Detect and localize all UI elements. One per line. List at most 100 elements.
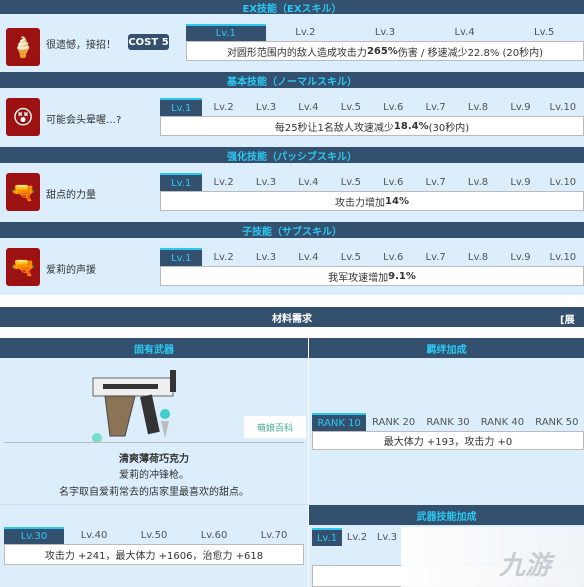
tab-lv9[interactable]: Lv.9 [499,98,541,116]
tab-lv30[interactable]: Lv.30 [4,527,64,544]
divider [0,504,308,505]
tab-lv3[interactable]: Lv.3 [245,173,287,191]
tab-lv4[interactable]: Lv.4 [287,248,329,266]
normal-skill-header: 基本技能（ノーマルスキル） [0,72,584,88]
tab-lv9[interactable]: Lv.9 [499,173,541,191]
passive-skill-row: 🔫 甜点的力量 Lv.1 Lv.2 Lv.3 Lv.4 Lv.5 Lv.6 Lv.7 Lv.8… [0,163,584,222]
tab-lv4[interactable]: Lv.4 [287,173,329,191]
tab-lv3[interactable]: Lv.3 [245,248,287,266]
tab-lv3[interactable]: Lv.3 [372,528,402,546]
skill-name: 甜点的力量 [46,190,96,201]
tab-lv5[interactable]: Lv.5 [504,24,584,41]
tab-lv3[interactable]: Lv.3 [245,98,287,116]
normal-skill-row: 😵 可能会头晕喔…? Lv.1 Lv.2 Lv.3 Lv.4 Lv.5 Lv.6 Lv.7 L… [0,88,584,147]
tab-lv5[interactable]: Lv.5 [330,98,372,116]
ex-skill-header: EX技能（EXスキル） [0,0,584,15]
weapon-line2: 名字取自爱莉常去的店家里最喜欢的甜点。 [59,487,249,498]
watermark-overlay [401,527,584,587]
tab-lv2[interactable]: Lv.2 [266,24,346,41]
tab-lv1[interactable]: Lv.1 [160,248,203,266]
tab-rank20[interactable]: RANK 20 [366,413,420,431]
weapon-name: 清爽薄荷巧克力 [119,454,189,465]
desc-text: 攻击力增加 [335,197,386,209]
skill-description: 我军攻速增加 9.1% [160,267,584,286]
tab-lv2[interactable]: Lv.2 [342,528,372,546]
tab-lv3[interactable]: Lv.3 [345,24,425,41]
bond-stats: 最大体力 +193，攻击力 +0 [312,432,584,450]
tab-lv2[interactable]: Lv.2 [202,248,244,266]
tab-lv6[interactable]: Lv.6 [372,98,414,116]
tab-lv6[interactable]: Lv.6 [372,248,414,266]
tab-lv8[interactable]: Lv.8 [457,248,499,266]
weapon-panel: 萌娘百科 清爽薄荷巧克力 爱莉的冲锋枪。 名字取自爱莉常去的店家里最喜欢的甜点。… [0,358,308,587]
tab-lv10[interactable]: Lv.10 [542,173,584,191]
tab-lv9[interactable]: Lv.9 [499,248,541,266]
level-tabs: Lv.1 Lv.2 Lv.3 Lv.4 Lv.5 Lv.6 Lv.7 Lv.8 Lv.9 Lv.1… [160,248,584,267]
skill-name: 可能会头晕喔…? [46,115,122,126]
materials-header: 材料需求 [0,307,584,327]
tab-lv70[interactable]: Lv.70 [244,527,304,544]
level-tabs: Lv.1 Lv.2 Lv.3 Lv.4 Lv.5 [186,24,584,42]
skill-description: 每25秒让1名敌人攻速减少 18.4% (30秒内) [160,117,584,136]
tab-rank50[interactable]: RANK 50 [530,413,584,431]
ice-cream-icon: 🍦 [6,28,40,66]
rank-tabs: RANK 10 RANK 20 RANK 30 RANK 40 RANK 50 [312,413,584,432]
tab-lv10[interactable]: Lv.10 [542,248,584,266]
expand-link[interactable]: [展开 [560,311,584,341]
tab-lv4[interactable]: Lv.4 [287,98,329,116]
tab-lv1[interactable]: Lv.1 [160,173,203,191]
sub-skill-row: 🔫 爱莉的声援 Lv.1 Lv.2 Lv.3 Lv.4 Lv.5 Lv.6 Lv.7 Lv.8… [0,238,584,295]
passive-skill-header: 强化技能（パッシブスキル） [0,147,584,163]
skill-description: 攻击力增加 14% [160,192,584,211]
divider [4,442,304,443]
desc-text: 每25秒让1名敌人攻速减少 [274,122,394,134]
desc-text: 伤害 / 移速减少22.8% (20秒内) [397,47,544,59]
tab-rank10[interactable]: RANK 10 [312,413,367,431]
bond-panel: RANK 10 RANK 20 RANK 30 RANK 40 RANK 50 … [309,358,584,505]
skill-description: 对圆形范围内的敌人造成攻击力 265% 伤害 / 移速减少22.8% (20秒内) [186,42,584,61]
tab-lv2[interactable]: Lv.2 [202,98,244,116]
tab-lv60[interactable]: Lv.60 [184,527,244,544]
tab-lv4[interactable]: Lv.4 [425,24,505,41]
weapon-stats: 攻击力 +241，最大体力 +1606，治愈力 +618 [4,545,304,565]
tab-lv5[interactable]: Lv.5 [330,248,372,266]
desc-value: 265% [366,45,398,57]
pistol-icon: 🔫 [6,173,40,211]
level-tabs: Lv.1 Lv.2 Lv.3 Lv.4 Lv.5 Lv.6 Lv.7 Lv.8 Lv.9 Lv.1… [160,173,584,192]
desc-value: 18.4% [393,120,429,132]
tab-lv1[interactable]: Lv.1 [312,528,342,546]
skill-name: 爱莉的声援 [46,265,96,276]
tab-lv8[interactable]: Lv.8 [457,173,499,191]
tab-lv7[interactable]: Lv.7 [414,98,456,116]
cost-badge: COST 5 [128,34,169,50]
desc-text: 我军攻速增加 [328,272,389,284]
tab-lv8[interactable]: Lv.8 [457,98,499,116]
tab-lv1[interactable]: Lv.1 [186,24,266,41]
bond-header: 羁绊加成 [309,338,584,358]
tab-lv7[interactable]: Lv.7 [414,173,456,191]
tab-lv10[interactable]: Lv.10 [542,98,584,116]
weapon-skill-panel: Lv.1 Lv.2 Lv.3 九游 [309,525,584,587]
watermark-logo: 萌娘百科 [244,416,306,438]
level-tabs: Lv.1 Lv.2 Lv.3 Lv.4 Lv.5 Lv.6 Lv.7 Lv.8 Lv.9 Lv.1… [160,98,584,117]
desc-value: 14% [385,195,409,207]
tab-rank30[interactable]: RANK 30 [421,413,475,431]
tab-lv5[interactable]: Lv.5 [330,173,372,191]
tab-lv6[interactable]: Lv.6 [372,173,414,191]
desc-value: 9.1% [388,270,416,282]
smg-weapon-image [92,370,176,443]
pistol-icon: 🔫 [6,248,40,286]
tab-rank40[interactable]: RANK 40 [475,413,529,431]
tab-lv40[interactable]: Lv.40 [64,527,124,544]
site-logo: 九游 [499,551,552,581]
materials-title: 材料需求 [272,313,312,325]
tab-lv2[interactable]: Lv.2 [202,173,244,191]
weapon-skill-tabs: Lv.1 Lv.2 Lv.3 [312,528,402,546]
ex-skill-row: 🍦 很遗憾，接招！ COST 5 Lv.1 Lv.2 Lv.3 Lv.4 Lv.… [0,14,584,72]
tab-lv1[interactable]: Lv.1 [160,98,203,116]
weapon-skill-header: 武器技能加成 [309,505,584,525]
sub-skill-header: 子技能（サブスキル） [0,222,584,238]
tab-lv7[interactable]: Lv.7 [414,248,456,266]
weapon-level-tabs: Lv.30 Lv.40 Lv.50 Lv.60 Lv.70 [4,527,304,545]
tab-lv50[interactable]: Lv.50 [124,527,184,544]
